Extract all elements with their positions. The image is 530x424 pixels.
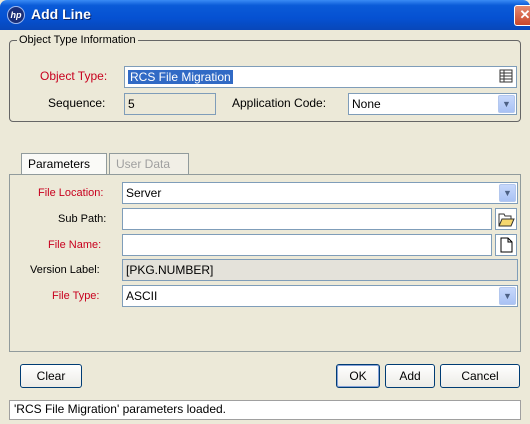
chevron-down-icon[interactable]: ▼ xyxy=(499,184,516,202)
application-code-value: None xyxy=(352,97,381,111)
file-type-label: File Type: xyxy=(52,290,100,302)
open-folder-button[interactable] xyxy=(495,208,517,230)
cancel-button[interactable]: Cancel xyxy=(440,364,520,388)
version-label-label: Version Label: xyxy=(30,264,100,276)
file-location-value: Server xyxy=(126,186,162,200)
application-code-label: Application Code: xyxy=(232,96,327,110)
sub-path-input[interactable] xyxy=(122,208,492,230)
clear-button[interactable]: Clear xyxy=(20,364,82,388)
chevron-down-icon[interactable]: ▼ xyxy=(499,287,516,305)
chevron-down-icon[interactable]: ▼ xyxy=(498,95,515,113)
tab-parameters[interactable]: Parameters xyxy=(21,153,107,175)
file-type-value: ASCII xyxy=(126,289,158,303)
sequence-field: 5 xyxy=(124,93,216,115)
application-code-select[interactable]: None ▼ xyxy=(348,93,517,115)
window-title: Add Line xyxy=(31,6,91,22)
add-line-dialog: hp Add Line ✕ Object Type Information Ob… xyxy=(0,0,530,424)
file-location-label: File Location: xyxy=(38,187,104,199)
open-folder-icon xyxy=(498,213,515,226)
close-button[interactable]: ✕ xyxy=(514,5,530,26)
title-bar[interactable]: hp Add Line ✕ xyxy=(0,0,530,30)
file-type-select[interactable]: ASCII ▼ xyxy=(122,285,518,307)
object-type-label: Object Type: xyxy=(40,69,108,83)
list-picker-icon[interactable] xyxy=(499,69,513,87)
file-location-select[interactable]: Server ▼ xyxy=(122,182,518,204)
file-name-label: File Name: xyxy=(48,239,102,251)
status-bar: 'RCS File Migration' parameters loaded. xyxy=(9,400,521,420)
version-label-field: [PKG.NUMBER] xyxy=(122,259,518,281)
file-name-input[interactable] xyxy=(122,234,492,256)
hp-logo-icon: hp xyxy=(7,6,25,24)
object-type-value: RCS File Migration xyxy=(128,70,233,84)
sequence-label: Sequence: xyxy=(48,96,106,110)
document-icon xyxy=(500,237,512,253)
object-type-field[interactable]: RCS File Migration xyxy=(124,66,517,88)
ok-button[interactable]: OK xyxy=(336,364,380,388)
add-button[interactable]: Add xyxy=(385,364,435,388)
new-file-button[interactable] xyxy=(495,234,517,256)
group-legend: Object Type Information xyxy=(17,34,138,46)
sub-path-label: Sub Path: xyxy=(58,213,107,225)
tab-user-data[interactable]: User Data xyxy=(109,153,189,175)
